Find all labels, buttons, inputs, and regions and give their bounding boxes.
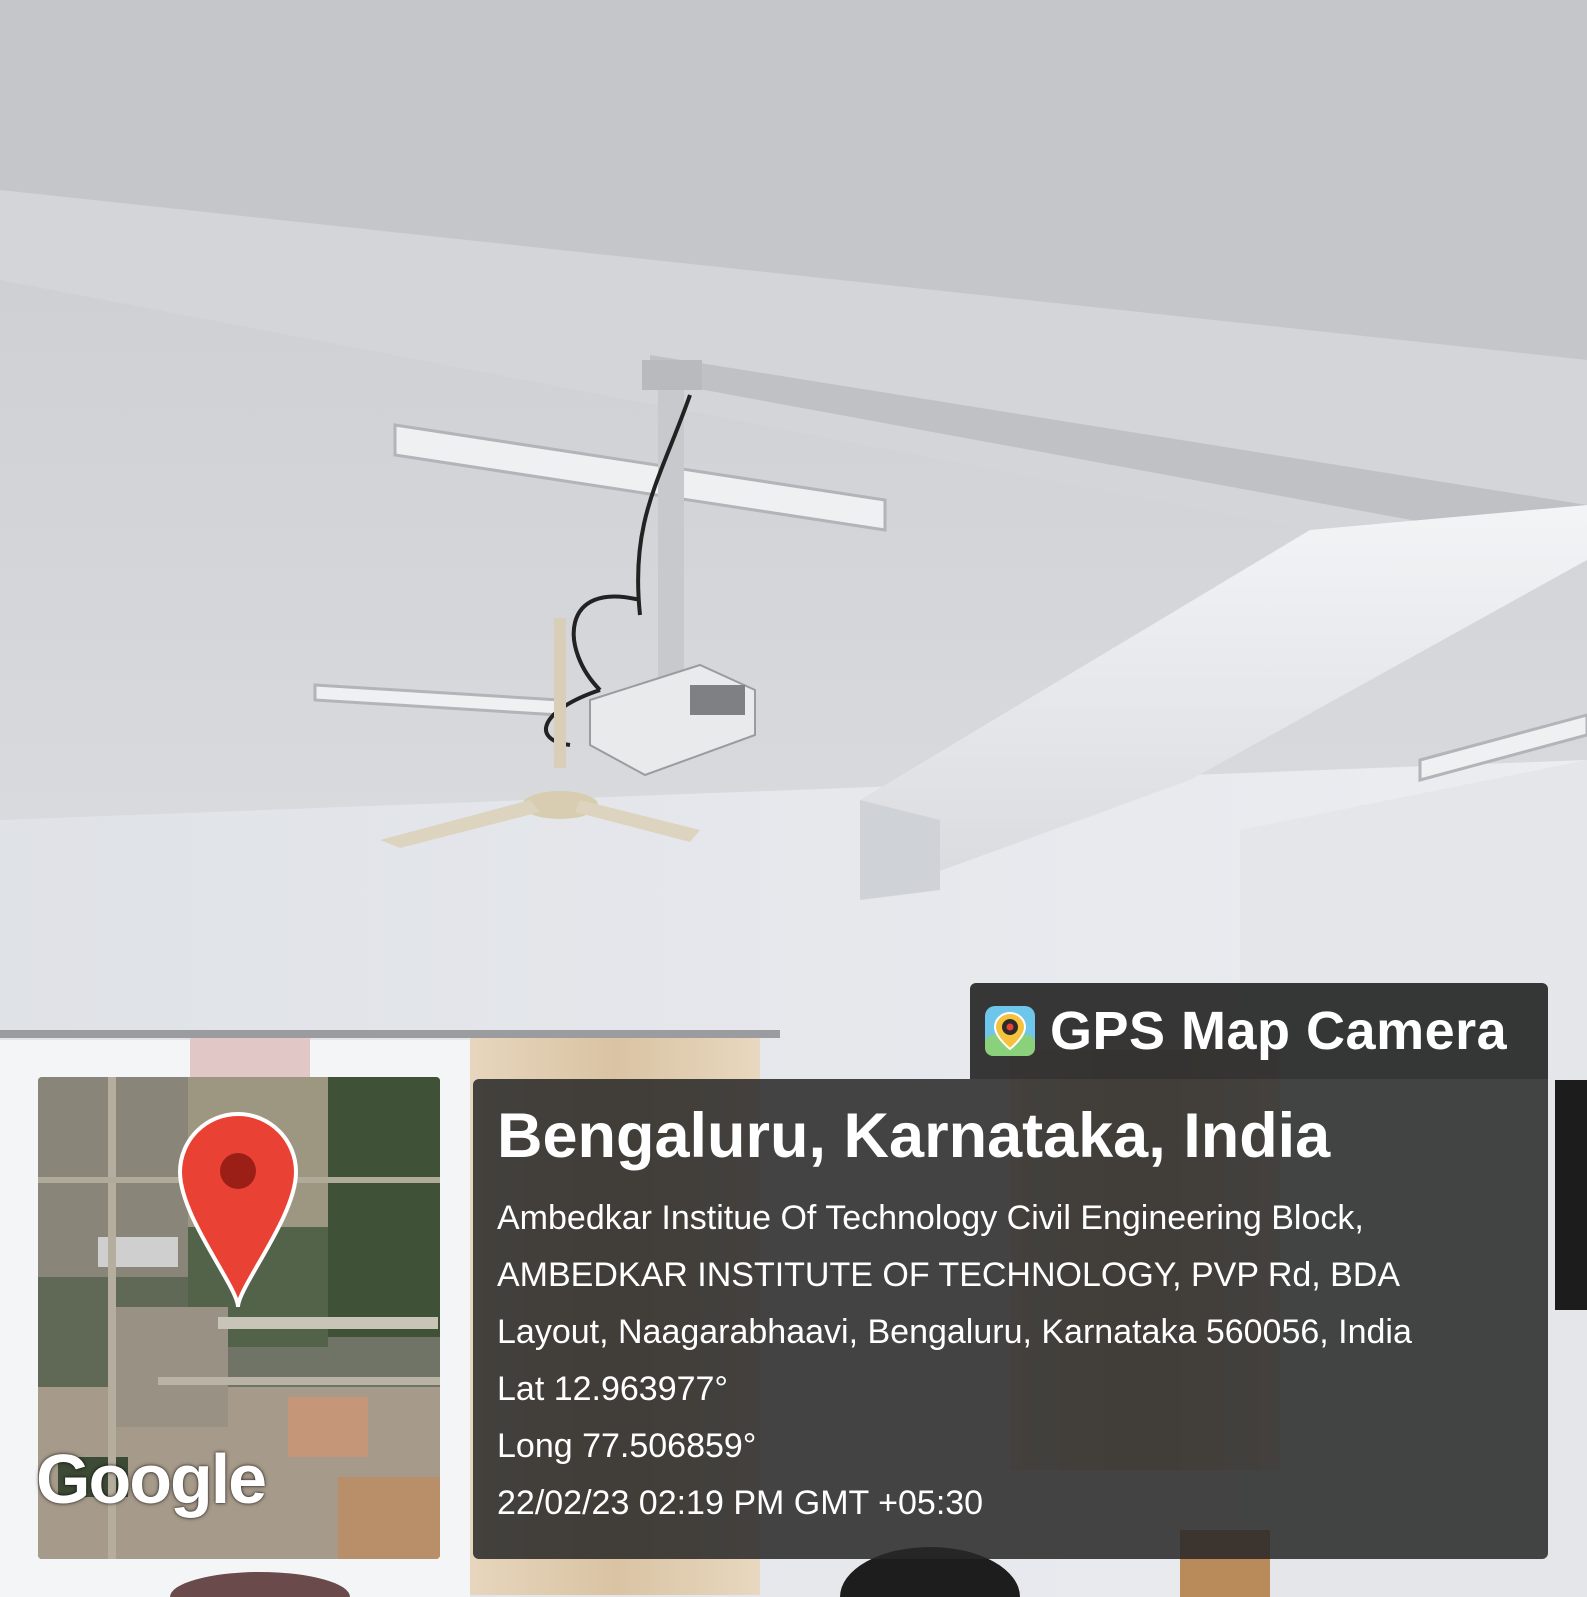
address-line-3: Layout, Naagarabhaavi, Bengaluru, Karnat…: [497, 1313, 1412, 1351]
gps-map-camera-app-icon: [985, 1006, 1035, 1056]
brand-title: GPS Map Camera: [1050, 1001, 1508, 1061]
latitude: Lat 12.963977°: [497, 1370, 729, 1408]
google-logo: Google: [36, 1440, 267, 1518]
brand-tab: GPS Map Camera: [970, 983, 1548, 1079]
location-info-panel: Bengaluru, Karnataka, India Ambedkar Ins…: [473, 1079, 1548, 1559]
address-line-1: Ambedkar Institue Of Technology Civil En…: [497, 1199, 1364, 1237]
address-line-2: AMBEDKAR INSTITUTE OF TECHNOLOGY, PVP Rd…: [497, 1256, 1401, 1294]
location-city: Bengaluru, Karnataka, India: [497, 1101, 1331, 1171]
timestamp: 22/02/23 02:19 PM GMT +05:30: [497, 1484, 984, 1522]
longitude: Long 77.506859°: [497, 1427, 757, 1465]
